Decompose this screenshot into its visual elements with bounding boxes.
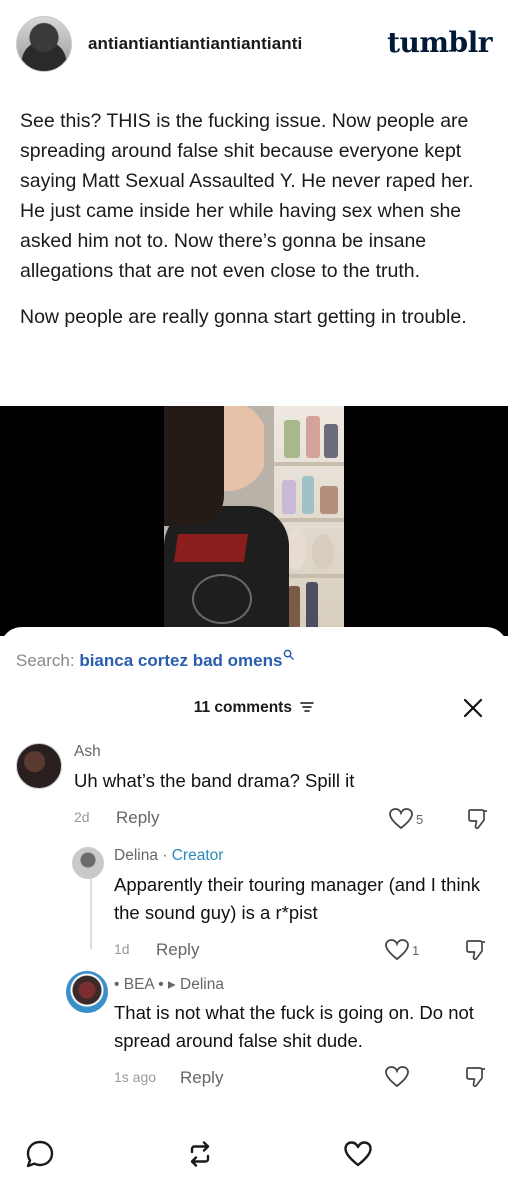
comment-item: Delina · Creator Apparently their tourin… [0, 845, 508, 965]
comment-text: That is not what the fuck is going on. D… [114, 1002, 474, 1051]
comment-item: • BEA • ▸ Delina That is not what the fu… [0, 971, 508, 1091]
blog-username[interactable]: antiantiantiantiantiantianti [88, 34, 302, 54]
comment-time: 2d [74, 809, 90, 825]
commenter-name[interactable]: • BEA • ▸ Delina [114, 975, 224, 994]
post-paragraph: Now people are really gonna start gettin… [20, 306, 467, 328]
comments-count: 11 comments [193, 699, 292, 716]
commenter-avatar[interactable] [16, 743, 62, 789]
commenter-name[interactable]: Ash [74, 743, 101, 761]
dislike-icon[interactable] [464, 938, 488, 962]
dislike-icon[interactable] [466, 807, 490, 831]
reblog-icon[interactable] [184, 1138, 216, 1170]
filter-icon[interactable] [300, 701, 315, 713]
commenter-name-wrap: Delina · Creator [114, 847, 223, 865]
comment-bubble-icon[interactable] [24, 1138, 56, 1170]
commenter-avatar[interactable] [66, 971, 108, 1013]
blog-avatar[interactable] [16, 16, 72, 72]
commenter-name[interactable]: Delina [114, 847, 158, 864]
search-icon[interactable] [283, 649, 295, 660]
comments-sheet: Search: bianca cortez bad omens 11 comme… [0, 627, 508, 1200]
search-label: Search: [16, 651, 75, 670]
post-paragraph: See this? THIS is the fucking issue. Now… [20, 110, 474, 282]
reply-button[interactable]: Reply [116, 808, 159, 828]
comment-text: Uh what’s the band drama? Spill it [74, 770, 355, 791]
comments-count-wrap[interactable]: 11 comments [0, 699, 508, 717]
heart-icon[interactable] [388, 807, 414, 831]
comment-time: 1s ago [114, 1069, 157, 1085]
close-icon[interactable] [462, 697, 484, 719]
reply-button[interactable]: Reply [180, 1068, 223, 1088]
commenter-avatar[interactable] [72, 847, 104, 879]
post-header: antiantiantiantiantiantianti tumblr [0, 0, 508, 92]
video-frame [164, 406, 344, 636]
creator-badge: Creator [171, 847, 224, 864]
dislike-icon[interactable] [464, 1065, 488, 1089]
tumblr-logo: tumblr [387, 26, 492, 59]
post-body: See this? THIS is the fucking issue. Now… [20, 106, 490, 348]
like-count: 1 [412, 943, 420, 958]
comment-item: Ash Uh what’s the band drama? Spill it 2… [0, 739, 508, 839]
comments-header: 11 comments [0, 687, 508, 727]
heart-icon[interactable] [384, 1065, 410, 1089]
comment-time: 1d [114, 941, 130, 957]
name-separator: · [157, 847, 172, 864]
heart-icon[interactable] [342, 1138, 374, 1170]
search-term[interactable]: bianca cortez bad omens [79, 651, 282, 670]
post-actions-bar [0, 1132, 508, 1176]
reply-button[interactable]: Reply [156, 940, 199, 960]
heart-icon[interactable] [384, 938, 410, 962]
comment-text: Apparently their touring manager (and I … [114, 874, 481, 923]
video-screenshot [0, 406, 508, 636]
like-count: 5 [416, 812, 424, 827]
search-suggestion[interactable]: Search: bianca cortez bad omens [16, 649, 295, 671]
